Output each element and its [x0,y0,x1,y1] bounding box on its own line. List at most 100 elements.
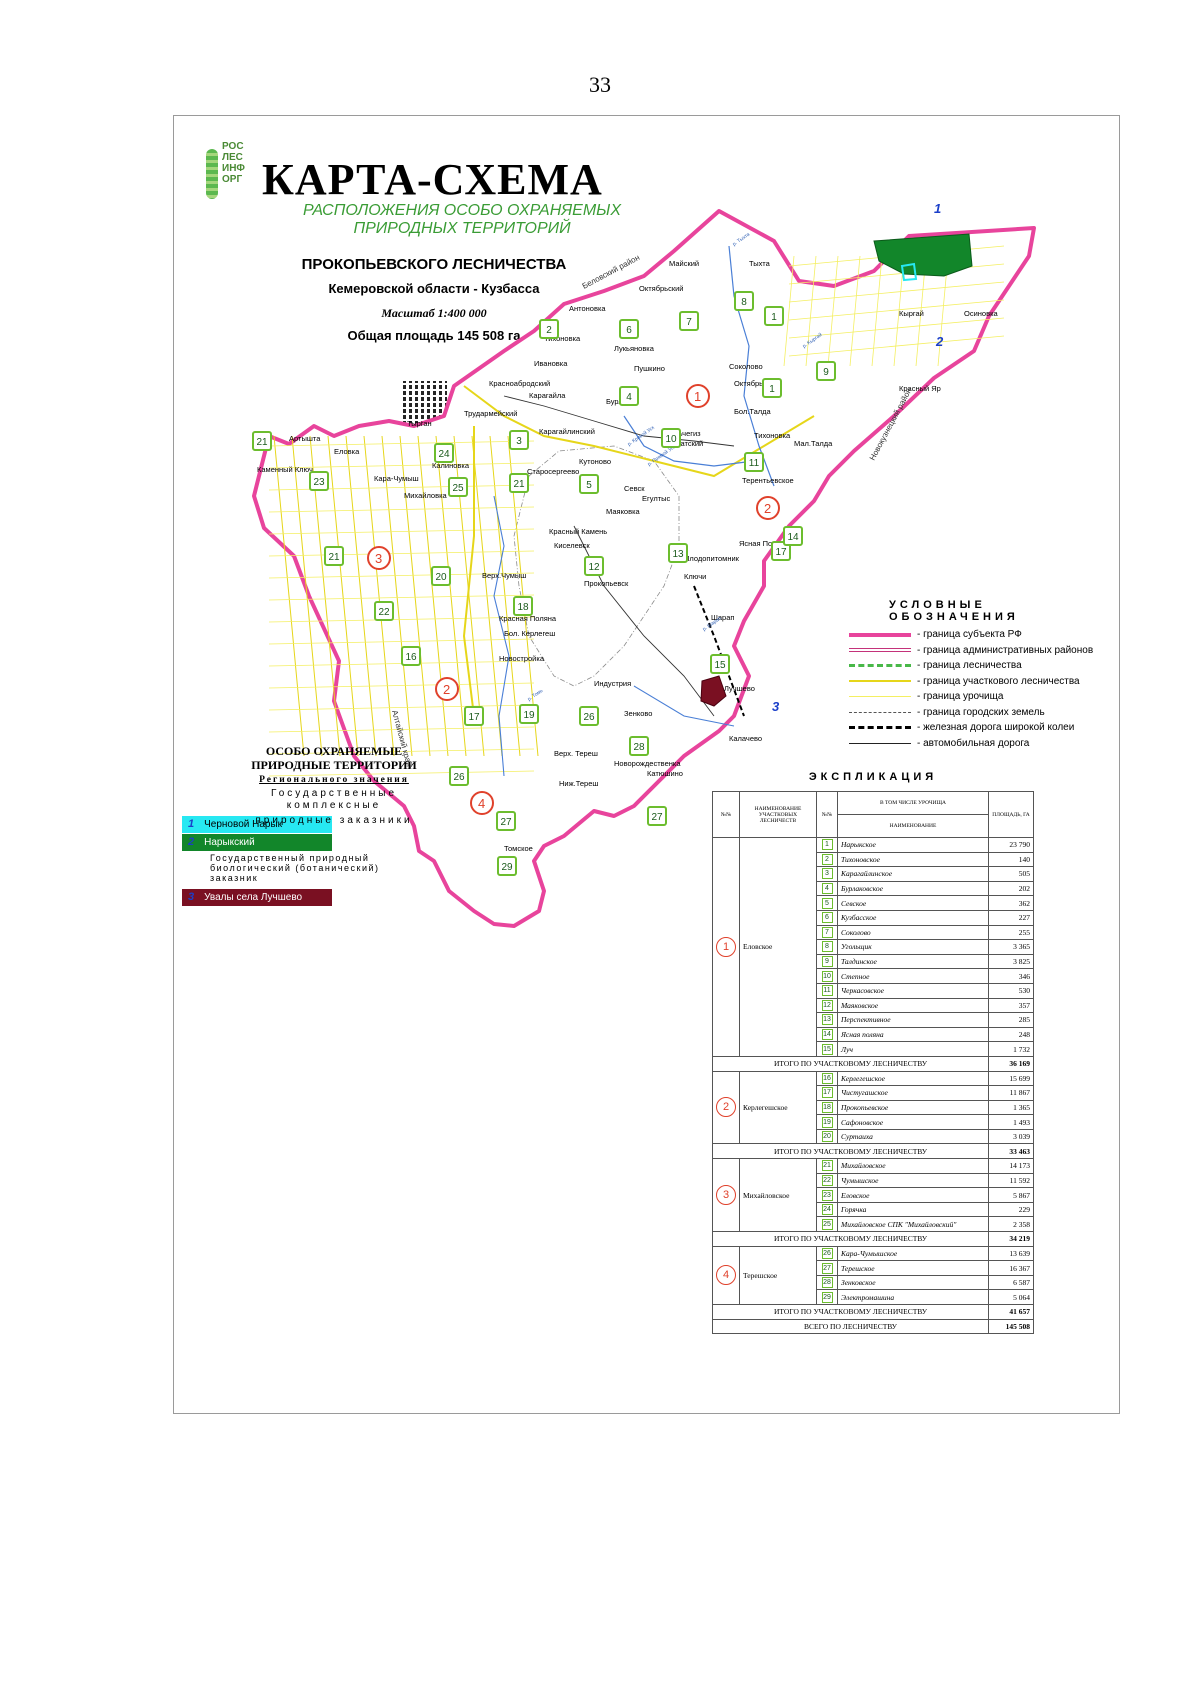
tract-badge-label: 4 [626,392,632,403]
tract-badge-label: 14 [787,532,799,543]
tract-badge-label: 26 [453,772,465,783]
tract-area: 362 [988,895,1034,911]
place-name: Лукьяновка [614,344,655,353]
section-badge-label: 2 [443,682,450,697]
tract-badge-label: 3 [516,436,522,447]
tract-badge: 3 [821,868,833,880]
place-name: Ниж.Тереш [559,779,598,788]
tract-name: Электромашина [837,1289,989,1305]
legend-swatch-icon [849,711,911,713]
protected-area-3[interactable]: 3 Увалы села Лучшево [182,889,332,906]
place-name: Кутоново [579,457,611,466]
tract-area: 530 [988,982,1034,999]
place-name: Зенково [624,709,652,718]
place-name: Красный Камень [549,527,607,536]
col-section-name: НАИМЕНОВАНИЕ УЧАСТКОВЫХ ЛЕСНИЧЕСТВ [739,791,817,838]
tract-area: 248 [988,1026,1034,1043]
tract-badge-label: 25 [452,483,464,494]
grand-total-label: ВСЕГО ПО ЛЕСНИЧЕСТВУ [712,1318,989,1335]
tract-name: Угольщик [837,939,989,955]
col-including: В ТОМ ЧИСЛЕ УРОЧИЩА [837,791,989,815]
tract-badge: 11 [821,985,833,997]
place-name: Каменный Ключ [257,465,313,474]
tract-badge-label: 24 [438,449,450,460]
table-row: 3 Михайловское 21 Михайловское 14 173 [712,1158,1034,1233]
col-num: №№ [712,791,740,838]
tract-badge: 21 [821,1160,833,1172]
place-name: Киселевск [554,541,590,550]
tract-area: 15 699 [988,1070,1034,1087]
protected-area-note: Государственный природный биологический … [210,853,380,883]
place-name: Трудармейский [464,409,517,418]
legend-label: - граница лесничества [917,660,1022,672]
tract-badge-label: 9 [823,367,829,378]
tract-badge-label: 5 [586,480,592,491]
section-badge-label: 3 [375,551,382,566]
explication-heading: ЭКСПЛИКАЦИЯ [808,771,938,783]
tract-area: 1 732 [988,1041,1034,1057]
tract-name: Ясная поляна [837,1026,989,1043]
tract-name: Прокопьевское [837,1099,989,1116]
section-badge: 3 [716,1185,736,1206]
tract-area: 23 790 [988,837,1034,853]
explication-table: №№ НАИМЕНОВАНИЕ УЧАСТКОВЫХ ЛЕСНИЧЕСТВ №№… [712,791,1034,1335]
tract-name: Талдинское [837,953,989,970]
protected-mark: 3 [772,699,780,714]
tract-badge: 12 [821,999,833,1011]
place-name: Новорождественка [614,759,681,768]
place-name: Пушкино [634,364,665,373]
protected-area-2[interactable]: 2 Нарыкский [182,834,332,851]
tract-area: 13 639 [988,1245,1034,1262]
tract-badge: 7 [821,926,833,938]
tract-area: 14 173 [988,1158,1034,1174]
legend-label: - железная дорога широкой колеи [917,722,1075,734]
place-name: Бол.Талда [734,407,772,416]
section-name: Керлегешское [739,1070,817,1145]
tract-area: 6 587 [988,1274,1034,1291]
tract-badge: 20 [821,1131,833,1143]
legend-swatch-icon [849,742,911,744]
table-row: 2 Керлегешское 16 Керлегешское 15 699 [712,1070,1034,1145]
tract-badge-label: 17 [775,547,787,558]
place-name: Мал.Талда [794,439,833,448]
section-badge: 2 [716,1097,736,1118]
legend-label: - граница городских земель [917,706,1045,718]
tract-badge: 28 [821,1277,833,1289]
place-name: Прокопьевск [584,579,629,588]
place-name: Кыргай [899,309,924,318]
tract-badge-label: 1 [771,312,777,323]
col-num2: №№ [816,791,838,838]
legend-item: - граница административных районов [849,643,1119,659]
tract-badge: 8 [821,941,833,953]
tract-badge: 19 [821,1116,833,1128]
section-total-value: 36 169 [988,1055,1034,1072]
tract-badge-label: 7 [686,317,692,328]
legend-label: - граница урочища [917,691,1004,703]
place-name: Терентьевское [742,476,794,485]
legend-swatch-icon [849,664,911,668]
tract-name: Карагайлинское [837,866,989,882]
tract-badge: 5 [821,897,833,909]
section-badge-label: 4 [478,796,485,811]
section-total-value: 33 463 [988,1143,1034,1160]
tract-area: 357 [988,997,1034,1014]
tract-name: Горячка [837,1201,989,1218]
tract-badge-label: 17 [468,712,480,723]
section-name: Терешское [739,1245,817,1306]
section-badge-label: 1 [694,389,701,404]
tract-name: Сафоновское [837,1114,989,1130]
tract-name: Терешское [837,1260,989,1276]
tract-name: Михайловское СПК "Михайловский" [837,1216,989,1233]
legend-item: - граница городских земель [849,705,1119,721]
place-name: Октябрьский [639,284,683,293]
tract-area: 5 064 [988,1289,1034,1305]
tract-area: 11 592 [988,1172,1034,1189]
section-total-label: ИТОГО ПО УЧАСТКОВОМУ ЛЕСНИЧЕСТВУ [712,1143,989,1160]
protected-area-1[interactable]: 1 Черновой Нарык [182,816,332,833]
legend-label: - граница административных районов [917,644,1094,656]
place-name: Осиновка [964,309,999,318]
place-name: Карагайлинский [539,427,595,436]
tract-badge-label: 29 [501,862,513,873]
tract-badge-label: 11 [749,458,760,469]
tract-name: Керлегешское [837,1070,989,1087]
